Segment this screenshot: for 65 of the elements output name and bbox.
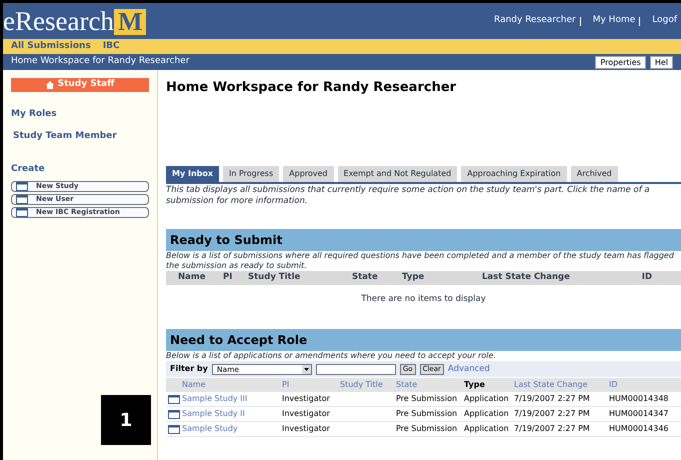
column-header: Study Title bbox=[248, 271, 302, 284]
section-description: Below is a list of submissions where all required questions have been completed and a member of the study team has flagged the submission as ready to submit. bbox=[166, 250, 675, 270]
tab[interactable]: Approved bbox=[283, 166, 334, 182]
column-header: Type bbox=[464, 379, 486, 392]
column-header[interactable]: ID bbox=[609, 379, 681, 392]
table-cell: Pre Submission bbox=[396, 394, 458, 404]
section-heading: My Roles bbox=[11, 108, 58, 121]
advanced-link[interactable]: Advanced bbox=[448, 362, 490, 376]
window-icon bbox=[16, 194, 28, 204]
window-icon bbox=[168, 424, 180, 434]
filter-label: Filter by bbox=[170, 363, 208, 376]
breadcrumb-title: Home Workspace for Randy Researcher bbox=[11, 55, 190, 68]
table-cell: Pre Submission bbox=[396, 409, 458, 418]
section-description: Below is a list of applications or amendments where you need to accept your role. bbox=[166, 351, 497, 362]
table-cell: HUM00014348 bbox=[609, 394, 668, 404]
window-icon bbox=[168, 394, 180, 404]
header-link[interactable]: Logof bbox=[652, 14, 677, 28]
table-cell: 7/19/2007 2:27 PM bbox=[514, 424, 590, 434]
table-cell: Application bbox=[464, 424, 509, 434]
role-link[interactable]: Study Team Member bbox=[13, 130, 149, 143]
logo-text: eResearch bbox=[3, 8, 114, 34]
nav-link[interactable]: IBC bbox=[102, 40, 120, 54]
column-header: State bbox=[352, 271, 379, 284]
study-link[interactable]: Sample Study II bbox=[182, 409, 245, 418]
header-link[interactable]: Randy Researcher bbox=[494, 14, 576, 28]
empty-message: There are no items to display bbox=[361, 294, 486, 304]
column-header: PI bbox=[223, 271, 234, 284]
tab[interactable]: In Progress bbox=[223, 166, 280, 182]
column-header: Last State Change bbox=[482, 271, 571, 284]
section-title: Need to Accept Role bbox=[170, 332, 308, 350]
filter-input[interactable] bbox=[316, 364, 396, 375]
tab[interactable]: Exempt and Not Regulated bbox=[338, 166, 458, 182]
nav-link[interactable]: All Submissions bbox=[11, 40, 91, 54]
page-title: Home Workspace for Randy Researcher bbox=[166, 79, 458, 97]
window-icon bbox=[16, 208, 28, 216]
table-cell: Application bbox=[464, 394, 509, 404]
window-icon bbox=[168, 410, 180, 419]
section-title: Ready to Submit bbox=[170, 232, 282, 248]
header-button[interactable]: Properties bbox=[595, 56, 646, 68]
tab[interactable]: My Inbox bbox=[166, 166, 220, 182]
callout-badge: 1 bbox=[101, 395, 151, 445]
table-cell: HUM00014346 bbox=[609, 424, 668, 434]
column-header: Type bbox=[402, 271, 426, 284]
window-icon bbox=[16, 182, 28, 190]
table-cell: Investigator bbox=[282, 424, 330, 434]
table-cell: HUM00014347 bbox=[609, 409, 668, 418]
section-heading: Create bbox=[11, 163, 46, 176]
house-icon bbox=[46, 81, 54, 89]
study-link[interactable]: Sample Study III bbox=[182, 394, 248, 404]
table-cell: Investigator bbox=[282, 409, 330, 418]
table-cell: Application bbox=[464, 409, 509, 418]
dropdown-arrow-icon bbox=[302, 364, 311, 374]
study-link[interactable]: Sample Study bbox=[182, 424, 238, 434]
tab-description: This tab displays all submissions that currently require some action on the study team's part. Click the name of a submission for more information. bbox=[166, 184, 651, 206]
header-button[interactable]: Hel bbox=[650, 56, 673, 68]
table-cell: 7/19/2007 2:27 PM bbox=[514, 409, 590, 418]
table-cell: 7/19/2007 2:27 PM bbox=[514, 394, 590, 404]
header-link[interactable]: My Home bbox=[592, 14, 636, 28]
table-cell: Investigator bbox=[282, 394, 330, 404]
logo-mark: M bbox=[114, 8, 146, 34]
column-header: Name bbox=[178, 271, 206, 284]
tab[interactable]: Approaching Expiration bbox=[461, 166, 567, 182]
column-header: ID bbox=[640, 271, 652, 284]
table-cell: Pre Submission bbox=[396, 424, 458, 434]
tab[interactable]: Archived bbox=[570, 166, 618, 182]
